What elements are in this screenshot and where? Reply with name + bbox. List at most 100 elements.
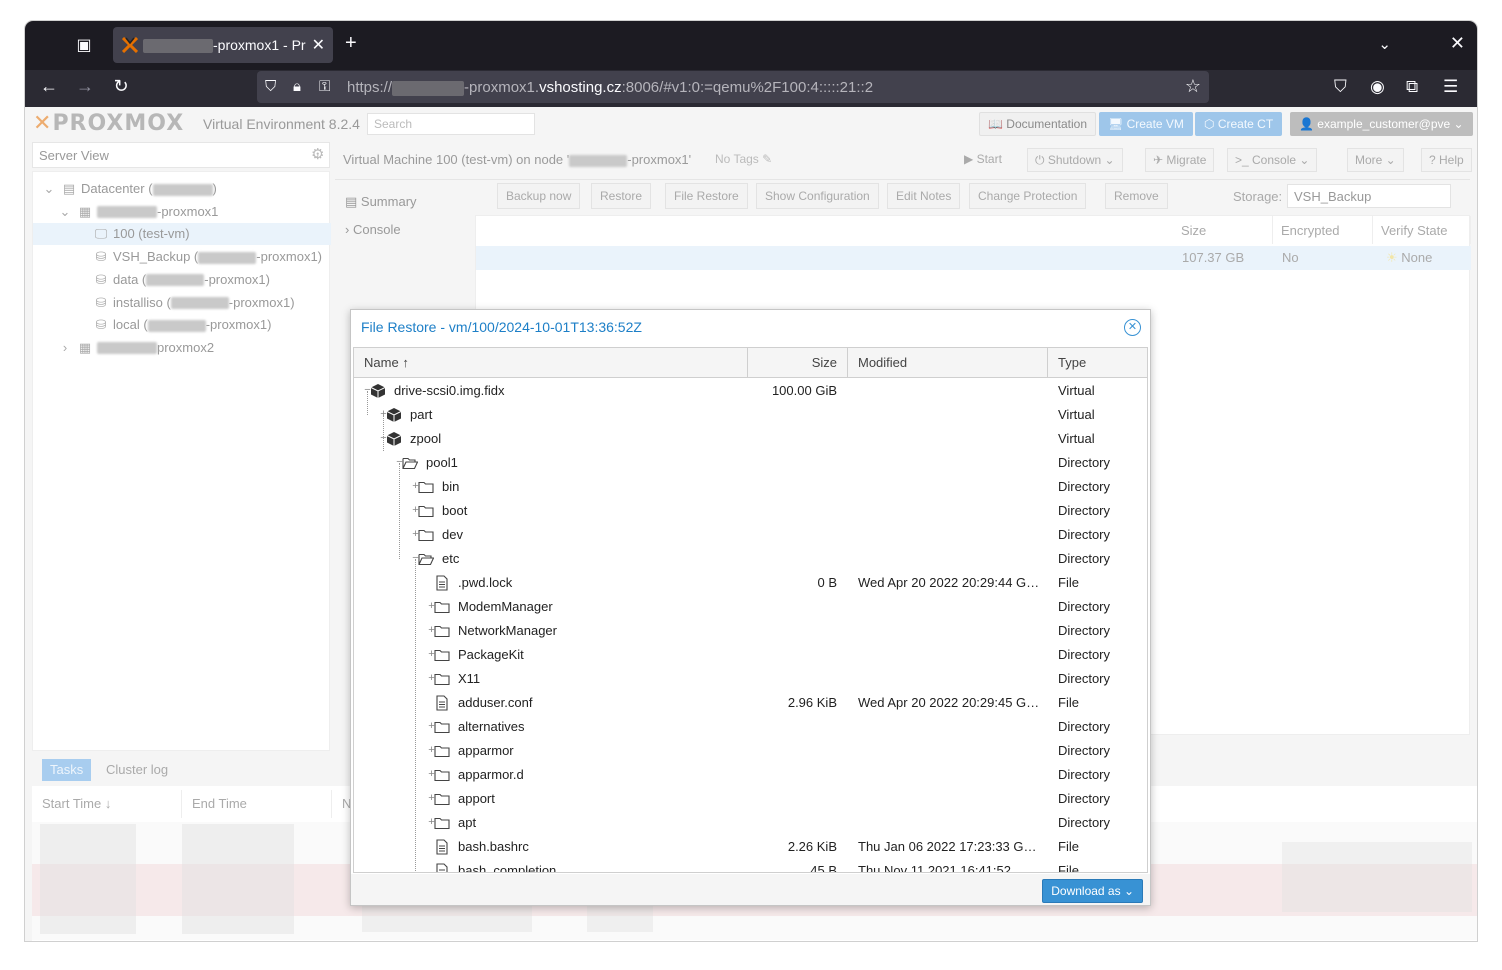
directory-row[interactable]: + bin Directory bbox=[354, 475, 1147, 499]
directory-row[interactable]: + apport Directory bbox=[354, 787, 1147, 811]
new-tab-icon[interactable]: + bbox=[345, 32, 357, 55]
directory-row[interactable]: + ModemManager Directory bbox=[354, 595, 1147, 619]
key-icon[interactable]: ⚿ bbox=[319, 78, 330, 95]
gear-icon[interactable]: ⚙ bbox=[311, 145, 324, 163]
file-row[interactable]: bash_completion 45 B Thu Nov 11 2021 16:41… bbox=[354, 859, 1147, 872]
directory-row[interactable]: + apparmor.d Directory bbox=[354, 763, 1147, 787]
tree-node[interactable]: ⛁ data (-proxmox1) bbox=[33, 269, 331, 291]
url-bar[interactable]: ⛉ 🔒︎ ⚿ https:// -proxmox1.vshosting.cz:80… bbox=[257, 71, 1209, 103]
vm-title: Virtual Machine 100 (test-vm) on node ' -… bbox=[343, 152, 691, 167]
row-size: 0 B bbox=[817, 575, 837, 590]
edit-notes-button[interactable]: Edit Notes bbox=[887, 183, 961, 209]
migrate-button[interactable]: ✈ Migrate bbox=[1145, 148, 1215, 172]
col-encrypted[interactable]: Encrypted bbox=[1273, 216, 1373, 244]
help-button[interactable]: ? Help bbox=[1421, 148, 1472, 172]
menu-console[interactable]: › Console bbox=[335, 216, 472, 244]
user-menu-button[interactable]: 👤 example_customer@pve ⌄ bbox=[1290, 112, 1473, 136]
folder-icon bbox=[434, 767, 450, 783]
lock-icon[interactable]: 🔒︎ bbox=[293, 78, 301, 95]
virtual-row[interactable]: + part Virtual bbox=[354, 403, 1147, 427]
directory-row[interactable]: + alternatives Directory bbox=[354, 715, 1147, 739]
dialog-close-icon[interactable]: ✕ bbox=[1124, 319, 1141, 336]
virtual-row[interactable]: − zpool Virtual bbox=[354, 427, 1147, 451]
more-button[interactable]: More ⌄ bbox=[1347, 148, 1404, 172]
forward-arrow-icon[interactable]: → bbox=[73, 76, 97, 97]
directory-row[interactable]: + apparmor Directory bbox=[354, 739, 1147, 763]
file-row[interactable]: bash.bashrc 2.26 KiB Thu Jan 06 2022 17:23… bbox=[354, 835, 1147, 859]
tab-tasks[interactable]: Tasks bbox=[42, 759, 92, 781]
col-size[interactable]: Size bbox=[748, 348, 848, 378]
tree-node[interactable]: ⛁ VSH_Backup (-proxmox1) bbox=[33, 246, 331, 268]
backup-now-button[interactable]: Backup now bbox=[497, 183, 581, 209]
tab-list-icon[interactable]: ▣ bbox=[73, 35, 95, 55]
chevron-down-icon[interactable]: › bbox=[57, 340, 73, 355]
row-name: apt bbox=[458, 815, 477, 830]
col-end-time[interactable]: End Time bbox=[182, 790, 332, 818]
tree-node[interactable]: ⌄ ▤ Datacenter () bbox=[33, 178, 331, 200]
shutdown-button[interactable]: ⏻ Shutdown ⌄ bbox=[1027, 148, 1123, 172]
bookmark-star-icon[interactable]: ☆ bbox=[1185, 76, 1201, 97]
create-vm-button[interactable]: 🖥 Create VM bbox=[1099, 112, 1193, 136]
cube-icon bbox=[386, 407, 402, 423]
show-configuration-button[interactable]: Show Configuration bbox=[756, 183, 879, 209]
extensions-icon[interactable]: ⧉ bbox=[1406, 77, 1418, 97]
start-button[interactable]: ▶ Start bbox=[957, 148, 1009, 172]
directory-row[interactable]: − etc Directory bbox=[354, 547, 1147, 571]
url-text[interactable]: https:// -proxmox1.vshosting.cz:8006/#v1:… bbox=[347, 79, 873, 96]
tree-node[interactable]: ⌄ ▦ -proxmox1 bbox=[33, 201, 331, 223]
col-start-time[interactable]: Start Time ↓ bbox=[32, 790, 182, 818]
no-tags-label[interactable]: No Tags ✎ bbox=[715, 152, 772, 166]
directory-row[interactable]: + dev Directory bbox=[354, 523, 1147, 547]
tree-node[interactable]: ⛁ local (-proxmox1) bbox=[33, 314, 331, 336]
chevron-down-icon[interactable]: ⌄ bbox=[41, 181, 57, 197]
reload-icon[interactable]: ↻ bbox=[109, 76, 133, 97]
storage-icon: ⛁ bbox=[95, 317, 107, 333]
browser-tab-active[interactable]: -proxmox1 - Pr ✕ bbox=[113, 27, 333, 63]
col-type[interactable]: Type bbox=[1048, 348, 1147, 378]
tree-node-suffix: ) bbox=[212, 181, 217, 196]
menu-summary[interactable]: ▤ Summary bbox=[335, 188, 472, 216]
shield-icon[interactable]: ⛉ bbox=[265, 78, 276, 95]
virtual-row[interactable]: − drive-scsi0.img.fidx 100.00 GiB Virtual bbox=[354, 379, 1147, 403]
tab-cluster-log[interactable]: Cluster log bbox=[98, 759, 176, 781]
tree-node[interactable]: 🖵 100 (test-vm) bbox=[33, 223, 331, 246]
chevron-down-icon[interactable]: ⌄ bbox=[57, 204, 73, 220]
tree-guide-line bbox=[415, 559, 416, 872]
window-close-icon[interactable]: ✕ bbox=[1450, 33, 1465, 54]
directory-row[interactable]: + apt Directory bbox=[354, 811, 1147, 835]
remove-button[interactable]: Remove bbox=[1105, 183, 1168, 209]
row-modified: Thu Jan 06 2022 17:23:33 GMT bbox=[858, 839, 1040, 854]
menu-hamburger-icon[interactable]: ☰ bbox=[1443, 77, 1458, 97]
directory-row[interactable]: + boot Directory bbox=[354, 499, 1147, 523]
help-label: Help bbox=[1439, 153, 1464, 167]
change-protection-button[interactable]: Change Protection bbox=[969, 183, 1087, 209]
col-modified[interactable]: Modified bbox=[848, 348, 1048, 378]
tree-node-label: 100 (test-vm) bbox=[113, 226, 190, 242]
col-size[interactable]: Size bbox=[1173, 216, 1273, 244]
back-arrow-icon[interactable]: ← bbox=[37, 76, 61, 97]
tree-node[interactable]: › ▦ proxmox2 bbox=[33, 337, 331, 359]
console-button[interactable]: >_ Console ⌄ bbox=[1227, 148, 1318, 172]
download-as-button[interactable]: Download as ⌄ bbox=[1042, 879, 1143, 903]
search-input[interactable]: Search bbox=[367, 113, 535, 135]
server-view-select[interactable]: Server View ⌄ bbox=[32, 142, 330, 168]
pocket-icon[interactable]: ⛉ bbox=[1334, 77, 1347, 97]
list-tabs-chevron-icon[interactable]: ⌄ bbox=[1378, 35, 1391, 53]
account-icon[interactable]: ◉ bbox=[1370, 77, 1385, 97]
backup-row[interactable] bbox=[476, 246, 1471, 270]
storage-select[interactable]: VSH_Backup bbox=[1287, 184, 1451, 208]
file-restore-button[interactable]: File Restore bbox=[665, 183, 748, 209]
directory-row[interactable]: + NetworkManager Directory bbox=[354, 619, 1147, 643]
file-row[interactable]: adduser.conf 2.96 KiB Wed Apr 20 2022 20:2… bbox=[354, 691, 1147, 715]
tree-node[interactable]: ⛁ installiso (-proxmox1) bbox=[33, 292, 331, 314]
restore-button[interactable]: Restore bbox=[591, 183, 652, 209]
documentation-button[interactable]: 📖 Documentation bbox=[979, 112, 1096, 136]
directory-row[interactable]: + PackageKit Directory bbox=[354, 643, 1147, 667]
col-name[interactable]: Name ↑ bbox=[354, 348, 748, 378]
col-verify-state[interactable]: Verify State bbox=[1373, 216, 1471, 244]
create-ct-button[interactable]: ⬡ Create CT bbox=[1195, 112, 1283, 136]
directory-row[interactable]: + X11 Directory bbox=[354, 667, 1147, 691]
tab-close-icon[interactable]: ✕ bbox=[312, 35, 325, 55]
directory-row[interactable]: − pool1 Directory bbox=[354, 451, 1147, 475]
file-row[interactable]: .pwd.lock 0 B Wed Apr 20 2022 20:29:44 GMT… bbox=[354, 571, 1147, 595]
